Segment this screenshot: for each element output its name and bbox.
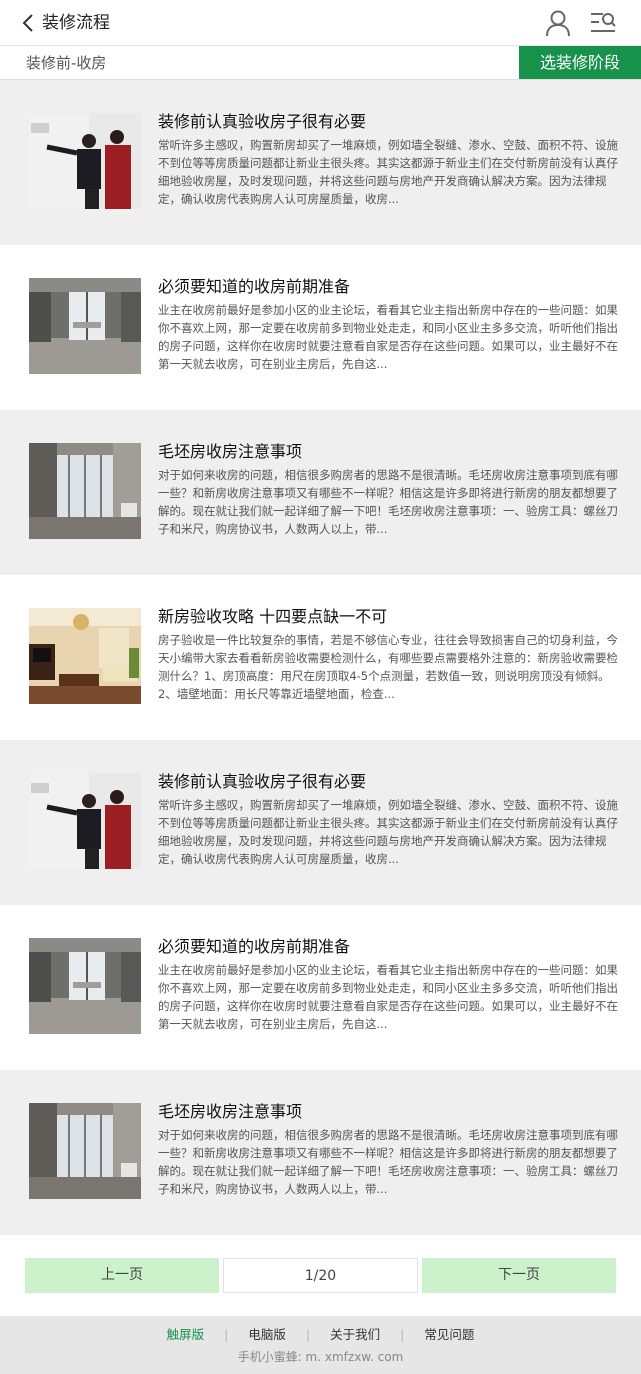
footer-links: 触屏版 | 电脑版 | 关于我们 | 常见问题 xyxy=(0,1326,641,1344)
chevron-left-icon[interactable] xyxy=(22,12,38,34)
search-list-icon[interactable] xyxy=(589,10,617,36)
prev-page-button[interactable]: 上一页 xyxy=(25,1258,219,1293)
article-thumbnail[interactable] xyxy=(29,773,141,869)
footer-link-faq[interactable]: 常见问题 xyxy=(404,1326,494,1344)
page-indicator: 1/20 xyxy=(223,1258,418,1293)
article-summary: 对于如何来收房的问题，相信很多购房者的思路不是很清晰。毛坯房收房注意事项到底有哪… xyxy=(158,468,618,536)
article-thumbnail[interactable] xyxy=(29,278,141,374)
article-summary: 房子验收是一件比较复杂的事情，若是不够信心专业，往往会导致损害自己的切身利益，今… xyxy=(158,633,618,701)
current-stage-label: 装修前-收房 xyxy=(26,54,107,72)
article-item[interactable]: 必须要知道的收房前期准备 业主在收房前最好是参加小区的业主论坛，看看其它业主指出… xyxy=(0,905,641,1070)
article-title[interactable]: 新房验收攻略 十四要点缺一不可 xyxy=(158,605,387,629)
article-title[interactable]: 毛坯房收房注意事项 xyxy=(158,440,302,464)
article-item[interactable]: 新房验收攻略 十四要点缺一不可 房子验收是一件比较复杂的事情，若是不够信心专业，… xyxy=(0,575,641,740)
pagination: 上一页 1/20 下一页 xyxy=(0,1235,641,1315)
footer: 触屏版 | 电脑版 | 关于我们 | 常见问题 手机小蜜蜂: m. xmfzxw… xyxy=(0,1316,641,1374)
stage-bar: 装修前-收房 选装修阶段 xyxy=(0,46,641,80)
select-stage-button[interactable]: 选装修阶段 xyxy=(519,46,641,79)
article-summary: 常听许多主感叹，购置新房却买了一堆麻烦，例如墙全裂缝、渗水、空鼓、面积不符、设施… xyxy=(158,138,618,206)
article-title[interactable]: 装修前认真验收房子很有必要 xyxy=(158,110,366,134)
article-thumbnail[interactable] xyxy=(29,1103,141,1199)
article-thumbnail[interactable] xyxy=(29,608,141,704)
article-thumbnail[interactable] xyxy=(29,113,141,209)
article-title[interactable]: 毛坯房收房注意事项 xyxy=(158,1100,302,1124)
next-page-button[interactable]: 下一页 xyxy=(422,1258,616,1293)
article-thumbnail[interactable] xyxy=(29,443,141,539)
article-item[interactable]: 毛坯房收房注意事项 对于如何来收房的问题，相信很多购房者的思路不是很清晰。毛坯房… xyxy=(0,410,641,575)
article-item[interactable]: 装修前认真验收房子很有必要 常听许多主感叹，购置新房却买了一堆麻烦，例如墙全裂缝… xyxy=(0,80,641,245)
page-title: 装修流程 xyxy=(42,13,110,33)
article-title[interactable]: 必须要知道的收房前期准备 xyxy=(158,935,350,959)
top-bar: 装修流程 xyxy=(0,0,641,46)
article-thumbnail[interactable] xyxy=(29,938,141,1034)
footer-link-touch[interactable]: 触屏版 xyxy=(147,1326,225,1344)
article-title[interactable]: 必须要知道的收房前期准备 xyxy=(158,275,350,299)
user-icon[interactable] xyxy=(545,9,571,37)
footer-link-about[interactable]: 关于我们 xyxy=(310,1326,400,1344)
article-item[interactable]: 必须要知道的收房前期准备 业主在收房前最好是参加小区的业主论坛，看看其它业主指出… xyxy=(0,245,641,410)
article-summary: 常听许多主感叹，购置新房却买了一堆麻烦，例如墙全裂缝、渗水、空鼓、面积不符、设施… xyxy=(158,798,618,866)
article-title[interactable]: 装修前认真验收房子很有必要 xyxy=(158,770,366,794)
article-summary: 对于如何来收房的问题，相信很多购房者的思路不是很清晰。毛坯房收房注意事项到底有哪… xyxy=(158,1128,618,1196)
article-summary: 业主在收房前最好是参加小区的业主论坛，看看其它业主指出新房中存在的一些问题：如果… xyxy=(158,303,618,371)
article-list: 装修前认真验收房子很有必要 常听许多主感叹，购置新房却买了一堆麻烦，例如墙全裂缝… xyxy=(0,80,641,1235)
article-item[interactable]: 毛坯房收房注意事项 对于如何来收房的问题，相信很多购房者的思路不是很清晰。毛坯房… xyxy=(0,1070,641,1235)
footer-link-desktop[interactable]: 电脑版 xyxy=(228,1326,306,1344)
article-summary: 业主在收房前最好是参加小区的业主论坛，看看其它业主指出新房中存在的一些问题：如果… xyxy=(158,963,618,1031)
article-item[interactable]: 装修前认真验收房子很有必要 常听许多主感叹，购置新房却买了一堆麻烦，例如墙全裂缝… xyxy=(0,740,641,905)
footer-site-text: 手机小蜜蜂: m. xmfzxw. com xyxy=(237,1350,404,1364)
